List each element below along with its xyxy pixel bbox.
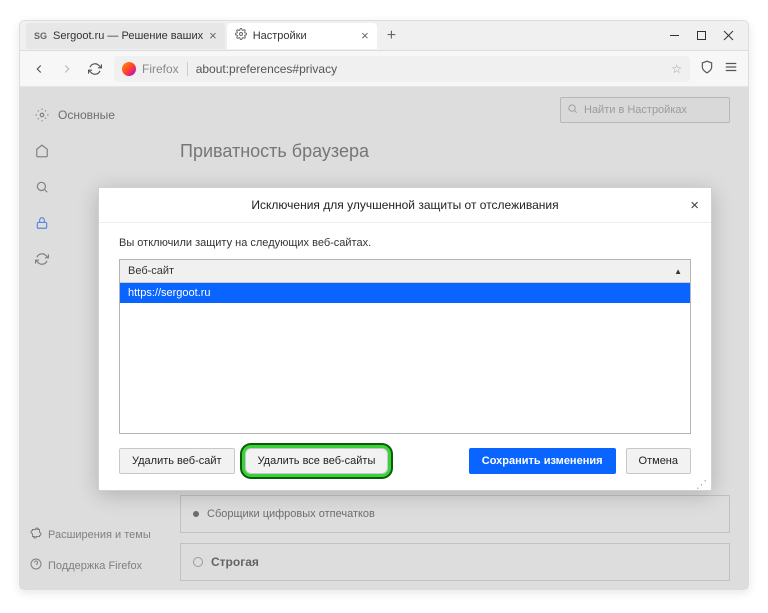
list-item[interactable]: https://sergoot.ru bbox=[120, 283, 690, 303]
tabstrip: SG Sergoot.ru — Решение ваших × Настройк… bbox=[20, 21, 748, 51]
forward-button[interactable] bbox=[58, 60, 76, 78]
cancel-button[interactable]: Отмена bbox=[626, 448, 691, 474]
dialog-message: Вы отключили защиту на следующих веб-сай… bbox=[119, 237, 691, 249]
tab-sergoot[interactable]: SG Sergoot.ru — Решение ваших × bbox=[26, 23, 225, 49]
address-bar[interactable]: Firefox about:preferences#privacy ☆ bbox=[114, 56, 690, 82]
column-label: Веб-сайт bbox=[128, 265, 174, 277]
minimize-icon[interactable] bbox=[669, 30, 680, 41]
sort-icon[interactable]: ▲ bbox=[674, 267, 682, 276]
identity-label: Firefox bbox=[142, 62, 179, 76]
shield-icon[interactable] bbox=[700, 60, 714, 77]
list-header[interactable]: Веб-сайт ▲ bbox=[120, 260, 690, 283]
exceptions-list: Веб-сайт ▲ https://sergoot.ru bbox=[119, 259, 691, 434]
firefox-icon bbox=[122, 62, 136, 76]
remove-site-button[interactable]: Удалить веб-сайт bbox=[119, 448, 235, 474]
list-body[interactable]: https://sergoot.ru bbox=[120, 283, 690, 433]
close-icon[interactable]: × bbox=[209, 28, 217, 43]
remove-all-sites-button[interactable]: Удалить все веб-сайты bbox=[245, 448, 389, 474]
bookmark-star-icon[interactable]: ☆ bbox=[671, 62, 682, 76]
dialog-title-bar: Исключения для улучшенной защиты от отсл… bbox=[99, 188, 711, 223]
close-icon[interactable]: × bbox=[361, 28, 369, 43]
browser-window: SG Sergoot.ru — Решение ваших × Настройк… bbox=[19, 20, 749, 590]
save-button[interactable]: Сохранить изменения bbox=[469, 448, 616, 474]
tab-label: Настройки bbox=[253, 30, 355, 42]
gear-icon bbox=[235, 28, 247, 43]
window-close-icon[interactable] bbox=[723, 30, 734, 41]
tab-label: Sergoot.ru — Решение ваших bbox=[53, 30, 203, 42]
new-tab-button[interactable]: + bbox=[379, 27, 404, 45]
toolbar: Firefox about:preferences#privacy ☆ bbox=[20, 51, 748, 87]
close-icon[interactable]: × bbox=[690, 197, 699, 214]
back-button[interactable] bbox=[30, 60, 48, 78]
tab-settings[interactable]: Настройки × bbox=[227, 23, 377, 49]
dialog-title: Исключения для улучшенной защиты от отсл… bbox=[251, 198, 558, 212]
reload-button[interactable] bbox=[86, 60, 104, 78]
exceptions-dialog: Исключения для улучшенной защиты от отсл… bbox=[98, 187, 712, 491]
resize-handle[interactable]: ⋰ bbox=[696, 482, 707, 488]
menu-icon[interactable] bbox=[724, 60, 738, 77]
maximize-icon[interactable] bbox=[696, 30, 707, 41]
favicon: SG bbox=[34, 31, 47, 41]
url-text: about:preferences#privacy bbox=[196, 62, 337, 76]
